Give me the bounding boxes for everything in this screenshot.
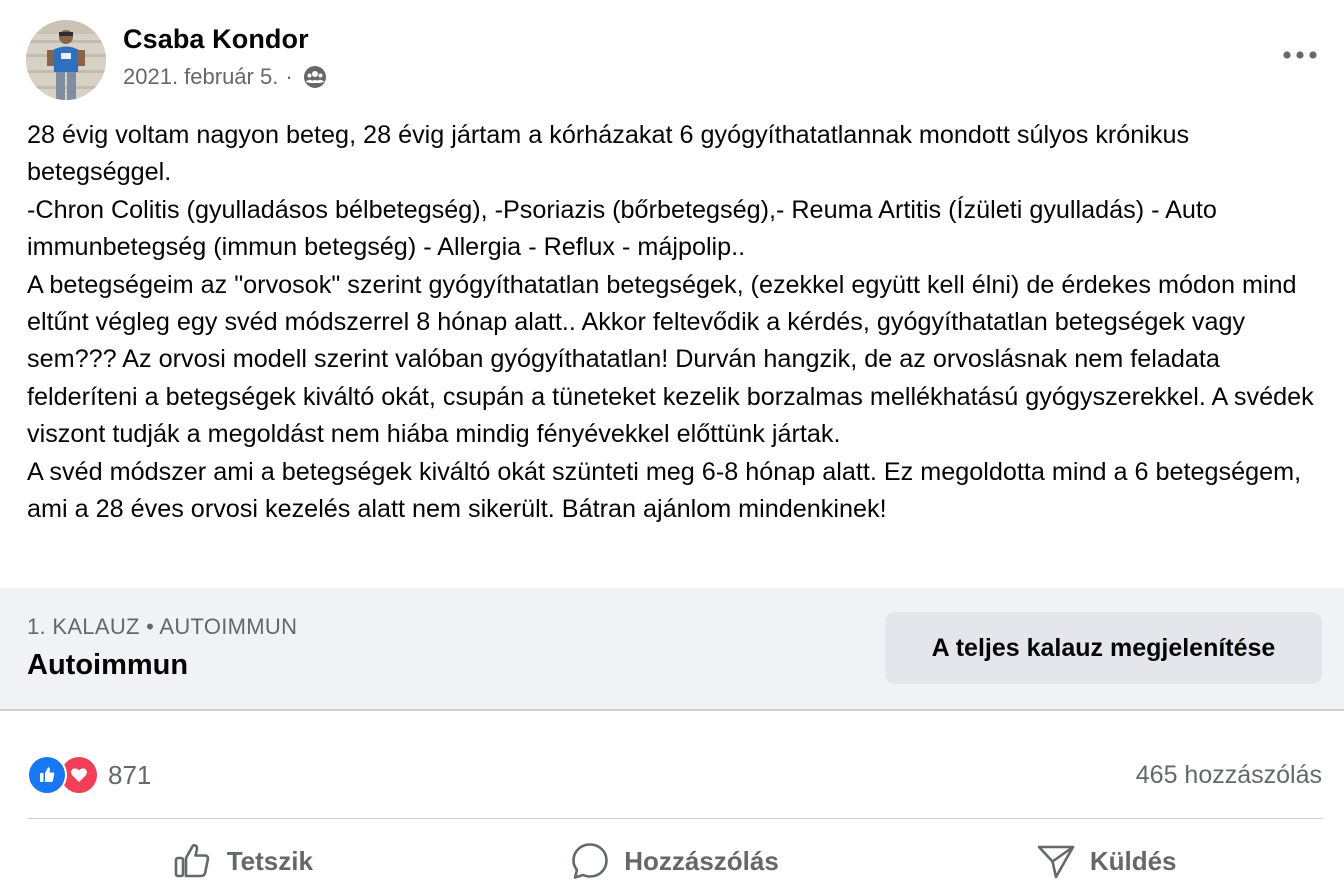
actions-divider xyxy=(27,818,1322,819)
reactions-summary[interactable]: 871 xyxy=(27,750,151,800)
post-body: 28 évig voltam nagyon beteg, 28 évig jár… xyxy=(27,117,1327,528)
post-paragraph: 28 évig voltam nagyon beteg, 28 évig jár… xyxy=(27,121,1190,187)
more-horizontal-icon xyxy=(1283,51,1317,59)
send-icon xyxy=(1037,845,1075,879)
post-paragraph: -Chron Colitis (gyulladásos bélbetegség)… xyxy=(27,195,1217,262)
like-reaction-icon xyxy=(27,755,67,795)
post-paragraph: A svéd módszer ami a betegségek kiváltó … xyxy=(27,457,1302,524)
post-actions: Tetszik Hozzászólás Küldés xyxy=(27,832,1322,890)
comment-bubble-icon xyxy=(572,843,609,879)
guide-title: Autoimmun xyxy=(27,649,189,681)
avatar-photo-icon xyxy=(26,20,106,100)
comment-button[interactable]: Hozzászólás xyxy=(459,832,891,890)
post-date[interactable]: 2021. február 5. xyxy=(123,64,278,90)
post-paragraph: A betegségeim az "orvosok" szerint gyógy… xyxy=(27,270,1314,449)
guide-banner: 1. KALAUZ • AUTOIMMUN Autoimmun A teljes… xyxy=(0,588,1344,711)
more-options-button[interactable] xyxy=(1278,42,1322,68)
post-card: Csaba Kondor 2021. február 5. · 28 évig … xyxy=(0,0,1344,890)
audience-icon[interactable] xyxy=(303,65,327,89)
thumbs-up-icon xyxy=(174,844,209,878)
post-meta: 2021. február 5. · xyxy=(123,64,327,90)
show-full-guide-button[interactable]: A teljes kalauz megjelenítése xyxy=(885,612,1322,684)
author-avatar[interactable] xyxy=(26,20,106,100)
comments-count[interactable]: 465 hozzászólás xyxy=(1136,750,1322,800)
like-button[interactable]: Tetszik xyxy=(27,832,459,890)
engagement-stats: 871 465 hozzászólás xyxy=(27,750,1322,800)
comment-label: Hozzászólás xyxy=(624,845,779,876)
meta-separator: · xyxy=(285,64,293,89)
guide-kicker: 1. KALAUZ • AUTOIMMUN xyxy=(27,614,298,639)
send-button[interactable]: Küldés xyxy=(890,832,1322,890)
send-label: Küldés xyxy=(1089,845,1177,876)
like-label: Tetszik xyxy=(226,845,313,876)
post-header: Csaba Kondor 2021. február 5. · xyxy=(26,20,1324,102)
author-name[interactable]: Csaba Kondor xyxy=(123,24,309,55)
reaction-count: 871 xyxy=(108,759,152,790)
